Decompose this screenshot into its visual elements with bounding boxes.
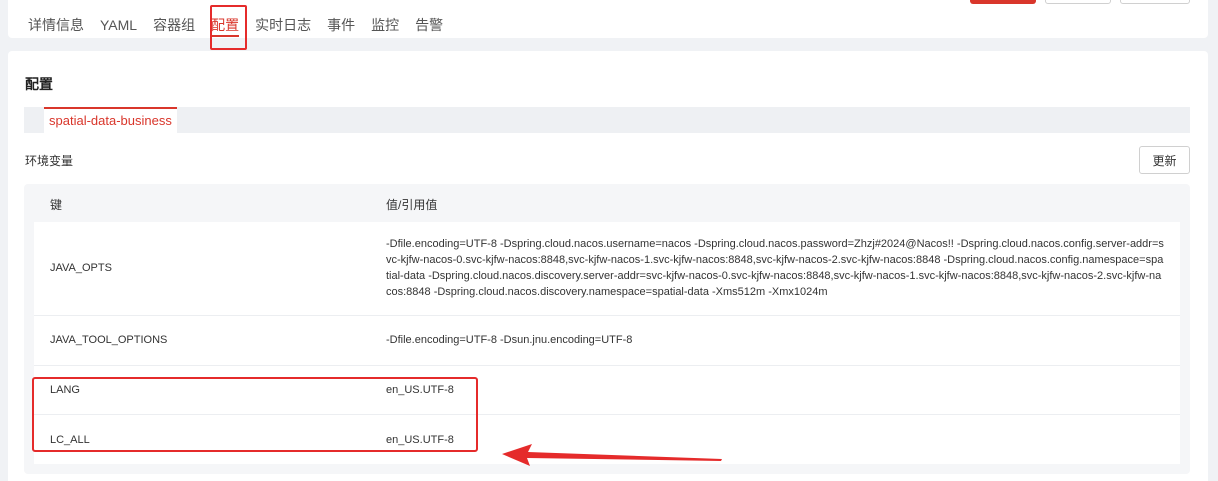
env-value: en_US.UTF-8 [386,434,454,446]
env-value: -Dfile.encoding=UTF-8 -Dsun.jnu.encoding… [386,334,633,346]
env-key: LANG [50,384,80,396]
tab-alerts[interactable]: 告警 [415,15,443,35]
container-tab-strip: spatial-data-business [24,107,1190,133]
env-key: LC_ALL [50,434,90,446]
header-secondary-button[interactable] [1045,0,1111,4]
table-header: 键 值/引用值 [24,184,1190,222]
tab-realtime-logs[interactable]: 实时日志 [255,15,311,35]
table-row: JAVA_OPTS -Dfile.encoding=UTF-8 -Dspring… [34,222,1180,316]
header-primary-button[interactable] [970,0,1036,4]
column-header-value: 值/引用值 [386,198,438,212]
tab-pods[interactable]: 容器组 [153,15,195,35]
tab-yaml[interactable]: YAML [100,15,137,35]
container-tab-spatial-data-business[interactable]: spatial-data-business [44,107,177,133]
tab-details[interactable]: 详情信息 [28,15,84,35]
header-tertiary-button[interactable] [1120,0,1190,4]
update-button[interactable]: 更新 [1139,146,1190,174]
tab-monitoring[interactable]: 监控 [371,15,399,35]
table-row: LANG en_US.UTF-8 [34,366,1180,415]
env-value: -Dfile.encoding=UTF-8 -Dspring.cloud.nac… [386,238,1164,298]
table-body: JAVA_OPTS -Dfile.encoding=UTF-8 -Dspring… [34,222,1180,464]
tab-config[interactable]: 配置 [211,15,240,37]
tab-events[interactable]: 事件 [327,15,355,35]
table-row: JAVA_TOOL_OPTIONS -Dfile.encoding=UTF-8 … [34,316,1180,366]
env-value: en_US.UTF-8 [386,384,454,396]
env-vars-label: 环境变量 [25,154,74,168]
env-key: JAVA_OPTS [50,262,112,274]
env-key: JAVA_TOOL_OPTIONS [50,334,168,346]
config-card: 配置 spatial-data-business 环境变量 更新 键 值/引用值… [8,51,1208,481]
detail-tab-bar: 详情信息 YAML 容器组 配置 实时日志 事件 监控 告警 [8,0,1208,38]
table-row: LC_ALL en_US.UTF-8 [34,415,1180,464]
detail-tabs: 详情信息 YAML 容器组 配置 实时日志 事件 监控 告警 [28,15,459,37]
env-vars-table: 键 值/引用值 JAVA_OPTS -Dfile.encoding=UTF-8 … [24,184,1190,474]
column-header-key: 键 [50,198,63,212]
section-title: 配置 [25,76,53,92]
